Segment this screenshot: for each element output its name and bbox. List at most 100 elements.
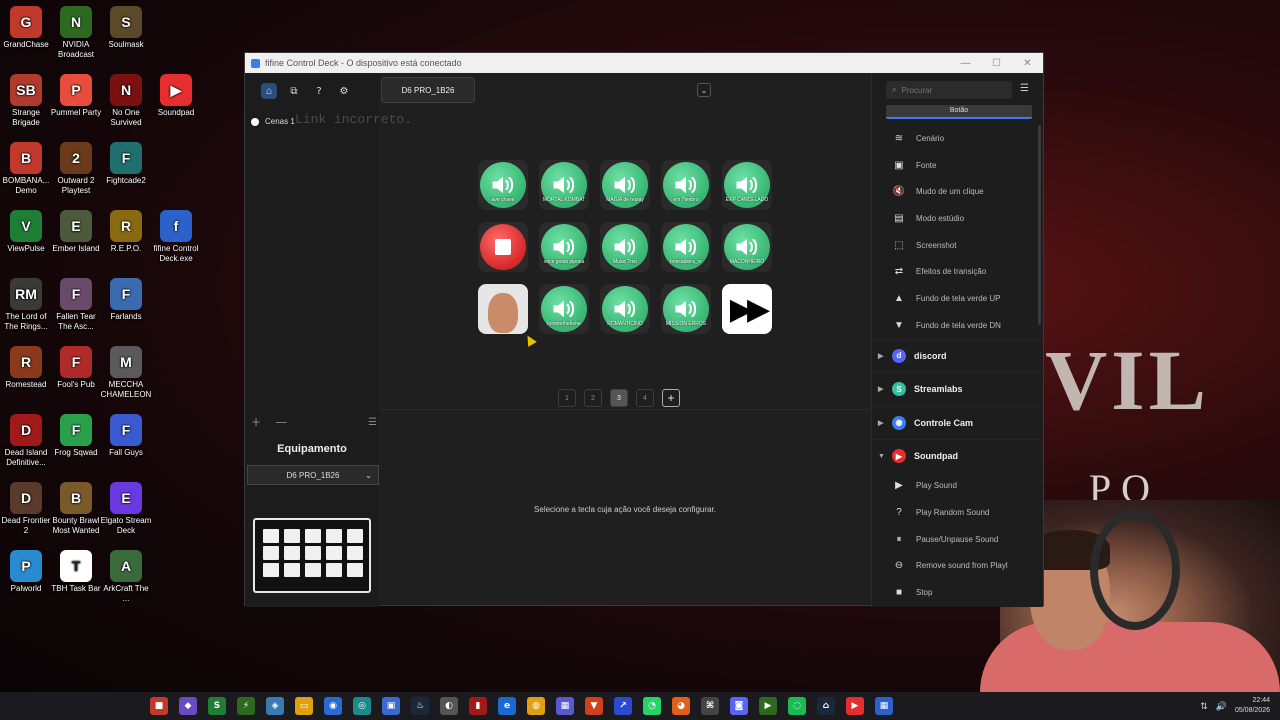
taskbar-app-icon[interactable]: ⌂ — [817, 697, 835, 715]
deck-key-14[interactable]: MISSION ERROS — [661, 284, 711, 334]
list-view-icon[interactable]: ☰ — [1020, 83, 1029, 94]
search-box[interactable]: ⌕ — [886, 81, 1012, 99]
taskbar-app-icon[interactable]: ◍ — [527, 697, 545, 715]
taskbar-app-icon[interactable]: S — [208, 697, 226, 715]
taskbar-app-icon[interactable]: ◔ — [643, 697, 661, 715]
desktop-icon[interactable]: R Romestead — [0, 346, 52, 390]
taskbar-app-icon[interactable]: ◙ — [730, 697, 748, 715]
scene-item[interactable]: Cenas 1 — [251, 117, 295, 126]
taskbar-app-icon[interactable]: e — [498, 697, 516, 715]
taskbar-app-icon[interactable]: ▦ — [875, 697, 893, 715]
deck-key-6[interactable] — [478, 222, 528, 272]
taskbar-app-icon[interactable]: ▭ — [295, 697, 313, 715]
page-button-3[interactable]: 3 — [610, 389, 628, 407]
desktop-icon[interactable]: B BOMBANA... Demo — [0, 142, 52, 196]
soundpad-action-item[interactable]: ? Play Random Sound — [872, 499, 1044, 526]
taskbar-app-icon[interactable]: ■ — [150, 697, 168, 715]
desktop-icon[interactable]: F Fallen Tear The Asc... — [50, 278, 102, 332]
desktop-icon[interactable]: F Fightcade2 — [100, 142, 152, 186]
minimize-button[interactable]: — — [950, 58, 981, 69]
action-item[interactable]: ▼ Fundo de tela verde DN — [872, 312, 1044, 339]
add-scene-button[interactable]: + — [251, 415, 261, 429]
action-item[interactable]: ⬚ Screenshot — [872, 232, 1044, 259]
taskbar-app-icon[interactable]: ▮ — [469, 697, 487, 715]
desktop-icon[interactable]: F Fool's Pub — [50, 346, 102, 390]
deck-key-9[interactable]: brincadeira_nr — [661, 222, 711, 272]
soundpad-action-item[interactable]: ⊖ Remove sound from Playl — [872, 553, 1044, 580]
device-tab[interactable]: D6 PRO_1B26 — [381, 77, 475, 103]
group-soundpad[interactable]: ▼ ▶ Soundpad — [872, 439, 1044, 473]
desktop-icon[interactable]: D Dead Frontier 2 — [0, 482, 52, 536]
desktop-icon[interactable]: V ViewPulse — [0, 210, 52, 254]
desktop-icon[interactable]: P Palworld — [0, 550, 52, 594]
page-button-4[interactable]: 4 — [636, 389, 654, 407]
desktop-icon[interactable]: N NVIDIA Broadcast — [50, 6, 102, 60]
device-preview[interactable] — [253, 518, 371, 593]
deck-key-10[interactable]: MACONHEIRO — [722, 222, 772, 272]
deck-key-1[interactable]: ave chave — [478, 160, 528, 210]
tab-botao[interactable]: Botão — [886, 105, 1032, 119]
group-streamlabs[interactable]: ▶ S Streamlabs — [872, 372, 1044, 406]
settings-icon[interactable]: ⚙ — [336, 83, 352, 99]
taskbar-app-icon[interactable]: ⚡ — [237, 697, 255, 715]
desktop-icon[interactable]: T TBH Task Bar — [50, 550, 102, 594]
desktop-icon[interactable]: f fifine Control Deck.exe — [150, 210, 202, 264]
desktop-icon[interactable]: F Fall Guys — [100, 414, 152, 458]
desktop-icon[interactable]: RM The Lord of The Rings... — [0, 278, 52, 332]
taskbar-app-icon[interactable]: ◎ — [353, 697, 371, 715]
desktop-icon[interactable]: N No One Survived — [100, 74, 152, 128]
desktop-icon[interactable]: F Farlands — [100, 278, 152, 322]
desktop-icon[interactable]: B Bounty Brawl Most Wanted — [50, 482, 102, 536]
desktop-icon[interactable]: M MECCHA CHAMELEON — [100, 346, 152, 400]
taskbar-app-icon[interactable]: ◕ — [672, 697, 690, 715]
page-button-2[interactable]: 2 — [584, 389, 602, 407]
maximize-button[interactable]: ☐ — [981, 58, 1012, 69]
chevron-down-icon[interactable]: ⌄ — [697, 83, 711, 97]
taskbar-app-icon[interactable]: ▶ — [846, 697, 864, 715]
clock[interactable]: 22:44 05/08/2026 — [1235, 696, 1270, 716]
desktop-icon[interactable]: F Frog Sqwad — [50, 414, 102, 458]
taskbar-app-icon[interactable]: ▼ — [585, 697, 603, 715]
action-item[interactable]: ⇄ Efeitos de transição — [872, 258, 1044, 285]
taskbar-app-icon[interactable]: ◉ — [324, 697, 342, 715]
desktop-icon[interactable]: A ArkCraft The ... — [100, 550, 152, 604]
scrollbar[interactable] — [1038, 125, 1041, 325]
desktop-icon[interactable]: R R.E.P.O. — [100, 210, 152, 254]
desktop-icon[interactable]: P Pummel Party — [50, 74, 102, 118]
deck-key-3[interactable]: MAGIA de replay — [600, 160, 650, 210]
taskbar-app-icon[interactable]: ⌘ — [701, 697, 719, 715]
desktop-icon[interactable]: E Elgato Stream Deck — [100, 482, 152, 536]
page-button-1[interactable]: 1 — [558, 389, 576, 407]
taskbar-app-icon[interactable]: ▣ — [382, 697, 400, 715]
home-icon[interactable]: ⌂ — [261, 83, 277, 99]
close-button[interactable]: ✕ — [1012, 58, 1043, 69]
deck-key-12[interactable]: Inmotorhehehe — [539, 284, 589, 334]
action-item[interactable]: ▣ Fonte — [872, 152, 1044, 179]
desktop-icon[interactable]: D Dead Island Definitive... — [0, 414, 52, 468]
deck-key-7[interactable]: voce gosta pipoca — [539, 222, 589, 272]
taskbar-app-icon[interactable]: ◐ — [440, 697, 458, 715]
group-controle-cam[interactable]: ▶ ◉ Controle Cam — [872, 405, 1044, 440]
deck-key-13[interactable]: ROMANTICINO — [600, 284, 650, 334]
scene-list-icon[interactable]: ☰ — [368, 417, 377, 428]
taskbar-app-icon[interactable]: ♨ — [411, 697, 429, 715]
help-icon[interactable]: ? — [311, 83, 327, 99]
soundpad-action-item[interactable]: ⏸ Pause/Unpause Sound — [872, 526, 1044, 553]
action-item[interactable]: ≋ Cenário — [872, 125, 1044, 152]
remove-scene-button[interactable]: — — [275, 415, 287, 429]
deck-key-2[interactable]: MORTAL KOMBAT — [539, 160, 589, 210]
desktop-icon[interactable]: S Soulmask — [100, 6, 152, 50]
deck-key-15[interactable]: ▶▶ — [722, 284, 772, 334]
soundpad-action-item[interactable]: ▶ Play Sound — [872, 473, 1044, 500]
search-input[interactable] — [901, 85, 1002, 95]
taskbar-app-icon[interactable]: ↗ — [614, 697, 632, 715]
taskbar-app-icon[interactable]: ◌ — [788, 697, 806, 715]
desktop-icon[interactable]: 2 Outward 2 Playtest — [50, 142, 102, 196]
desktop-icon[interactable]: ▶ Soundpad — [150, 74, 202, 118]
desktop-icon[interactable]: E Ember Island — [50, 210, 102, 254]
deck-key-5[interactable]: EXP CANCELADO — [722, 160, 772, 210]
plugins-icon[interactable]: ⧉ — [286, 83, 302, 99]
action-item[interactable]: 🔇 Mudo de um clique — [872, 178, 1044, 205]
taskbar-app-icon[interactable]: ▶ — [759, 697, 777, 715]
desktop-icon[interactable]: SB Strange Brigade — [0, 74, 52, 128]
